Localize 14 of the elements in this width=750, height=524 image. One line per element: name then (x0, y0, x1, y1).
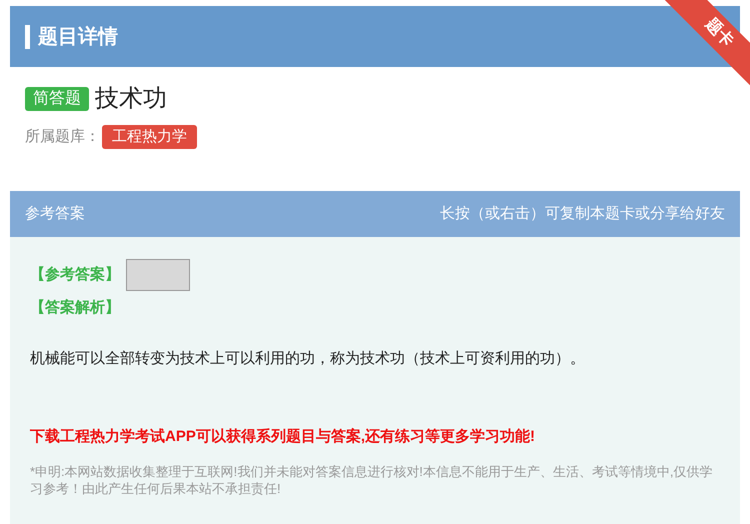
question-title: 技术功 (95, 84, 167, 114)
promo-text: 下载工程热力学考试APP可以获得系列题目与答案,还有练习等更多学习功能! (30, 426, 536, 447)
answer-label: 【参考答案】 (30, 264, 120, 285)
analysis-text: 机械能可以全部转变为技术上可以利用的功，称为技术功（技术上可资利用的功）。 (30, 348, 586, 368)
bank-tag[interactable]: 工程热力学 (102, 125, 197, 149)
header-title: 题目详情 (38, 24, 118, 50)
bank-label: 所属题库： (25, 126, 100, 147)
share-hint: 长按（或右击）可复制本题卡或分享给好友 (440, 204, 725, 224)
accent-bar (25, 24, 30, 48)
answer-image (126, 259, 190, 291)
disclaimer-text: *申明:本网站数据收集整理于互联网!我们并未能对答案信息进行核对!本信息不能用于生产、生活、考试等情境中,仅供学习参考！由此产生任何后果本站不承担责任! (30, 462, 714, 496)
question-type-tag: 简答题 (25, 87, 89, 111)
answer-panel-title: 参考答案 (25, 204, 85, 224)
analysis-label: 【答案解析】 (30, 298, 121, 318)
